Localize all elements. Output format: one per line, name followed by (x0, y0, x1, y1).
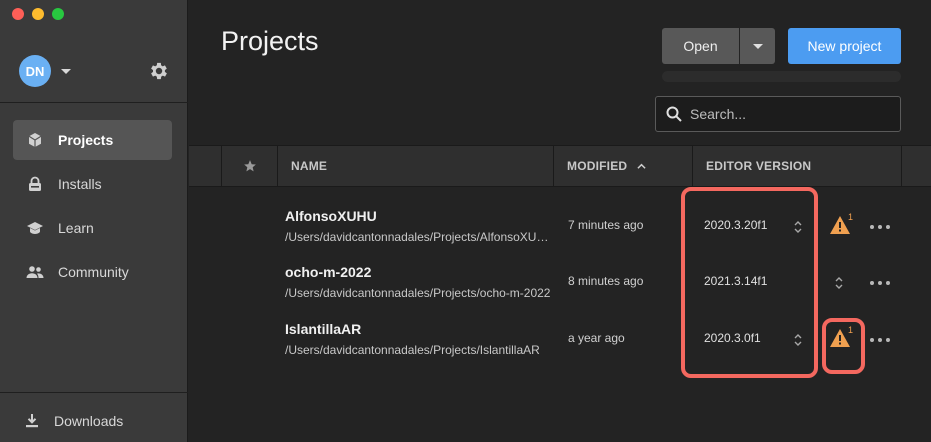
table-row[interactable]: IslantillaAR /Users/davidcantonnadales/P… (189, 313, 931, 369)
more-options-button[interactable] (870, 274, 890, 292)
graduation-cap-icon (26, 219, 44, 237)
version-select-icon[interactable] (834, 275, 844, 291)
project-path: /Users/davidcantonnadales/Projects/Alfon… (285, 230, 553, 244)
sidebar-item-downloads[interactable]: Downloads (24, 413, 123, 429)
project-path: /Users/davidcantonnadales/Projects/Islan… (285, 343, 540, 357)
minimize-window-button[interactable] (32, 8, 44, 20)
sidebar: DN Projects Installs Learn Community Dow… (0, 0, 188, 442)
sidebar-item-label: Installs (58, 176, 102, 192)
open-button[interactable]: Open (662, 28, 739, 64)
sidebar-item-label: Projects (58, 132, 114, 148)
project-name: ocho-m-2022 (285, 264, 372, 280)
project-name: IslantillaAR (285, 321, 362, 337)
window-controls (12, 8, 64, 20)
cube-icon (26, 131, 44, 149)
chevron-down-icon (752, 43, 763, 49)
more-options-button[interactable] (870, 331, 890, 349)
column-header-name[interactable]: NAME (277, 146, 553, 186)
close-window-button[interactable] (12, 8, 24, 20)
table-row[interactable]: ocho-m-2022 /Users/davidcantonnadales/Pr… (189, 256, 931, 312)
avatar[interactable]: DN (19, 55, 51, 87)
table-header: NAME MODIFIED EDITOR VERSION (189, 145, 931, 187)
sidebar-nav: Projects Installs Learn Community (13, 120, 172, 296)
column-header-modified[interactable]: MODIFIED (553, 146, 692, 186)
people-icon (26, 263, 44, 281)
search-input[interactable] (690, 106, 890, 122)
more-options-button[interactable] (870, 218, 890, 236)
project-path: /Users/davidcantonnadales/Projects/ocho-… (285, 286, 551, 300)
search-icon (666, 106, 682, 122)
sidebar-item-label: Learn (58, 220, 94, 236)
lock-icon (26, 175, 44, 193)
modified-time: 7 minutes ago (568, 218, 644, 232)
new-project-button[interactable]: New project (788, 28, 901, 64)
modified-time: a year ago (568, 331, 625, 345)
column-header-actions (901, 146, 931, 186)
warning-count: 1 (848, 212, 854, 222)
page-title: Projects (221, 26, 319, 56)
column-header-editor-version[interactable]: EDITOR VERSION (692, 146, 901, 186)
sidebar-item-learn[interactable]: Learn (13, 208, 172, 248)
project-name: AlfonsoXUHU (285, 208, 377, 224)
gear-icon[interactable] (148, 60, 170, 82)
sidebar-item-installs[interactable]: Installs (13, 164, 172, 204)
divider (0, 392, 188, 393)
account-menu[interactable]: DN (19, 55, 71, 87)
modified-time: 8 minutes ago (568, 274, 644, 288)
download-icon (26, 414, 38, 428)
table-row[interactable]: AlfonsoXUHU /Users/davidcantonnadales/Pr… (189, 200, 931, 256)
sidebar-item-community[interactable]: Community (13, 252, 172, 292)
divider (0, 102, 188, 103)
column-header-label: MODIFIED (567, 159, 628, 173)
warning-indicator[interactable]: 1 (829, 212, 854, 239)
warning-highlight (822, 318, 865, 374)
downloads-label: Downloads (54, 413, 124, 429)
loading-placeholder (662, 71, 901, 82)
sidebar-item-label: Community (58, 264, 129, 280)
star-icon (243, 160, 256, 172)
editor-version-highlight (681, 187, 818, 378)
search-box[interactable] (655, 96, 901, 132)
sort-ascending-icon (637, 163, 646, 169)
zoom-window-button[interactable] (52, 8, 64, 20)
chevron-down-icon (61, 68, 71, 74)
open-dropdown-button[interactable] (740, 28, 775, 64)
sidebar-item-projects[interactable]: Projects (13, 120, 172, 160)
favorite-column-header[interactable] (221, 146, 277, 186)
